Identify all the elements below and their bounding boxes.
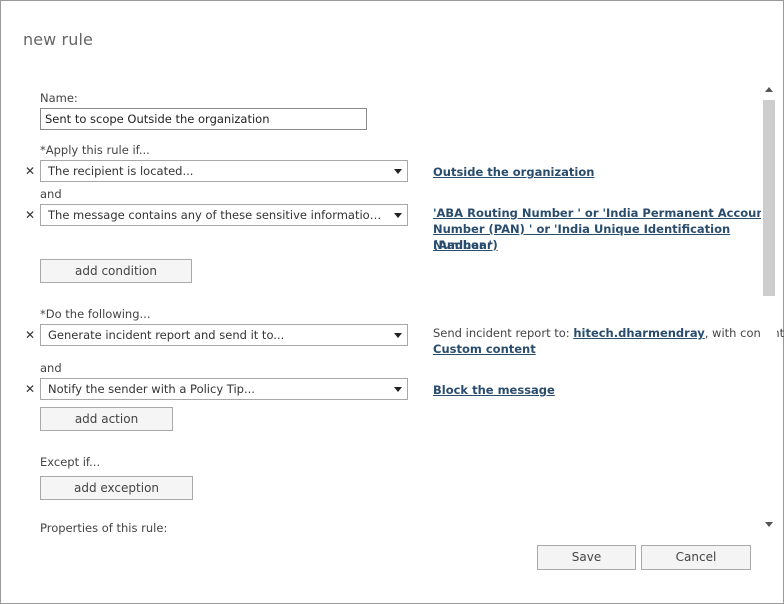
chevron-down-icon: [394, 387, 402, 392]
and-label: and: [40, 361, 62, 375]
cancel-button[interactable]: Cancel: [641, 545, 751, 570]
condition-2-detail-link-line-3[interactable]: Number ': [433, 237, 492, 253]
action-2-select[interactable]: Notify the sender with a Policy Tip...: [40, 378, 408, 400]
scroll-down-icon[interactable]: [765, 522, 773, 527]
action-1-value: Generate incident report and send it to.…: [48, 328, 285, 342]
new-rule-dialog: new rule Name: Sent to scope Outside the…: [0, 0, 784, 604]
add-action-button[interactable]: add action: [40, 407, 173, 431]
action-1-select[interactable]: Generate incident report and send it to.…: [40, 324, 408, 346]
condition-2-detail-link-line-1[interactable]: 'ABA Routing Number ' or 'India Permanen…: [433, 205, 770, 221]
condition-2-select[interactable]: The message contains any of these sensit…: [40, 204, 408, 226]
properties-label: Properties of this rule:: [40, 521, 168, 535]
apply-rule-label: *Apply this rule if...: [40, 143, 150, 157]
add-condition-button[interactable]: add condition: [40, 259, 192, 283]
chevron-down-icon: [394, 333, 402, 338]
chevron-down-icon: [394, 169, 402, 174]
scrollbar-thumb[interactable]: [763, 100, 775, 296]
dialog-title: new rule: [23, 30, 93, 49]
add-exception-button[interactable]: add exception: [40, 476, 193, 500]
condition-1-select[interactable]: The recipient is located...: [40, 160, 408, 182]
save-button[interactable]: Save: [537, 545, 636, 570]
condition-1-value: The recipient is located...: [48, 164, 194, 178]
condition-1-detail-link[interactable]: Outside the organization: [433, 164, 594, 180]
action-2-value: Notify the sender with a Policy Tip...: [48, 382, 255, 396]
name-input[interactable]: Sent to scope Outside the organization: [40, 108, 367, 130]
do-following-label: *Do the following...: [40, 307, 151, 321]
remove-action-1-icon[interactable]: ✕: [25, 329, 35, 341]
chevron-down-icon: [394, 213, 402, 218]
condition-2-value: The message contains any of these sensit…: [48, 208, 388, 222]
action-2-detail-link[interactable]: Block the message: [433, 382, 555, 398]
remove-condition-2-icon[interactable]: ✕: [25, 209, 35, 221]
custom-content-link[interactable]: Custom content: [433, 341, 536, 357]
incident-report-recipient-link[interactable]: hitech.dharmendray: [573, 326, 704, 340]
name-label: Name:: [40, 91, 78, 105]
action-1-detail: Send incident report to: hitech.dharmend…: [433, 325, 784, 341]
remove-action-2-icon[interactable]: ✕: [25, 383, 35, 395]
vertical-scrollbar[interactable]: [761, 84, 777, 532]
remove-condition-1-icon[interactable]: ✕: [25, 165, 35, 177]
except-if-label: Except if...: [40, 455, 101, 469]
scroll-up-icon[interactable]: [765, 87, 773, 92]
action-1-detail-prefix: Send incident report to:: [433, 326, 570, 340]
and-label: and: [40, 187, 62, 201]
